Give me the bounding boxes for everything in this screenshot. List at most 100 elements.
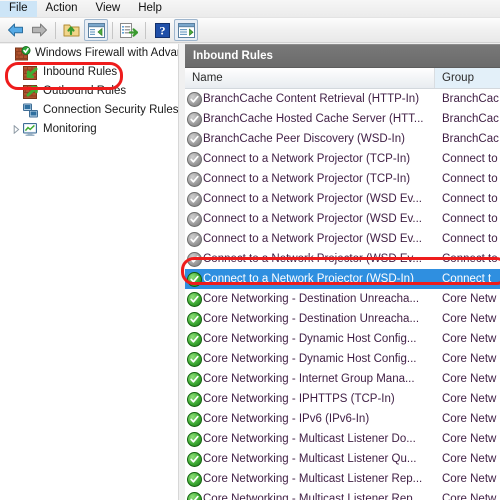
tree-item-monitoring[interactable]: Monitoring <box>0 120 178 139</box>
rule-enabled-check-icon <box>185 331 203 347</box>
monitoring-icon <box>22 121 39 138</box>
results-pane: Inbound Rules Name Group BranchCache Con… <box>185 44 500 500</box>
tree-item-label: Outbound Rules <box>43 85 127 97</box>
table-row[interactable]: Core Networking - Multicast Listener Qu.… <box>185 449 500 469</box>
rules-list[interactable]: BranchCache Content Retrieval (HTTP-In) B… <box>185 89 500 500</box>
rule-disabled-check-icon <box>185 251 203 267</box>
menu-view[interactable]: View <box>87 1 130 17</box>
table-row[interactable]: Core Networking - IPHTTPS (TCP-In) Core N… <box>185 389 500 409</box>
table-row[interactable]: Core Networking - Dynamic Host Config...… <box>185 329 500 349</box>
rule-name-cell: Core Networking - Destination Unreacha..… <box>203 293 420 305</box>
table-row[interactable]: Core Networking - Dynamic Host Config...… <box>185 349 500 369</box>
table-row[interactable]: Connect to a Network Projector (WSD Ev..… <box>185 249 500 269</box>
help-icon[interactable]: ? <box>150 19 174 41</box>
rule-enabled-check-icon <box>185 291 203 307</box>
table-row[interactable]: Connect to a Network Projector (WSD Ev..… <box>185 189 500 209</box>
rule-disabled-check-icon <box>185 231 203 247</box>
rule-group-cell: Core Netw <box>442 353 497 365</box>
table-row[interactable]: Core Networking - Destination Unreacha..… <box>185 289 500 309</box>
rule-enabled-check-icon <box>185 351 203 367</box>
menu-action[interactable]: Action <box>37 1 87 17</box>
rule-name-cell: Core Networking - Multicast Listener Rep… <box>203 473 423 485</box>
table-row[interactable]: Core Networking - Internet Group Mana...… <box>185 369 500 389</box>
table-row[interactable]: Core Networking - Multicast Listener Do.… <box>185 429 500 449</box>
rule-group-cell: Connect to <box>442 253 498 265</box>
rule-name-cell: BranchCache Content Retrieval (HTTP-In) <box>203 93 420 105</box>
rule-enabled-check-icon <box>185 271 203 287</box>
table-row[interactable]: Core Networking - Multicast Listener Rep… <box>185 469 500 489</box>
export-list-icon[interactable] <box>117 19 141 41</box>
tree-item-connection-security-rules[interactable]: Connection Security Rules <box>0 101 178 120</box>
tree-item-inbound-rules[interactable]: Inbound Rules <box>0 63 178 82</box>
table-row[interactable]: BranchCache Content Retrieval (HTTP-In) B… <box>185 89 500 109</box>
rule-disabled-check-icon <box>185 171 203 187</box>
rule-group-cell: Core Netw <box>442 433 497 445</box>
tree-item-label: Inbound Rules <box>43 66 118 78</box>
tree-twisty-spacer <box>10 82 22 101</box>
inbound-rules-icon <box>22 64 39 81</box>
rule-enabled-check-icon <box>185 491 203 500</box>
outbound-rules-icon <box>22 83 39 100</box>
rule-enabled-check-icon <box>185 371 203 387</box>
rule-name-cell: BranchCache Hosted Cache Server (HTT... <box>203 113 424 125</box>
table-row[interactable]: Core Networking - IPv6 (IPv6-In) Core Net… <box>185 409 500 429</box>
rule-name-cell: BranchCache Peer Discovery (WSD-In) <box>203 133 405 145</box>
rule-name-cell: Connect to a Network Projector (WSD-In) <box>203 273 414 285</box>
column-header-group[interactable]: Group <box>435 68 500 88</box>
show-hide-console-tree-icon[interactable] <box>84 19 108 41</box>
table-row[interactable]: Connect to a Network Projector (WSD-In) C… <box>185 269 500 289</box>
rule-group-cell: Core Netw <box>442 413 497 425</box>
menu-bar: File Action View Help <box>0 0 500 18</box>
rule-disabled-check-icon <box>185 131 203 147</box>
rule-group-cell: Core Netw <box>442 293 497 305</box>
rule-name-cell: Core Networking - Dynamic Host Config... <box>203 333 417 345</box>
tree-item-label: Windows Firewall with Advance <box>35 47 178 59</box>
up-one-level-icon[interactable] <box>60 19 84 41</box>
toolbar-separator <box>145 21 146 39</box>
table-row[interactable]: Core Networking - Multicast Listener Rep… <box>185 489 500 500</box>
tree-item-label: Monitoring <box>43 123 97 135</box>
chevron-right-icon[interactable] <box>10 120 22 139</box>
menu-file[interactable]: File <box>0 0 37 17</box>
rule-group-cell: Core Netw <box>442 313 497 325</box>
rule-name-cell: Connect to a Network Projector (WSD Ev..… <box>203 213 422 225</box>
toolbar-separator <box>55 21 56 39</box>
mmc-window: File Action View Help ? Windows Firewall… <box>0 0 500 500</box>
rule-enabled-check-icon <box>185 411 203 427</box>
rule-name-cell: Connect to a Network Projector (TCP-In) <box>203 153 411 165</box>
column-header-name[interactable]: Name <box>185 68 435 88</box>
rule-group-cell: Connect to <box>442 213 498 225</box>
table-row[interactable]: Connect to a Network Projector (TCP-In) C… <box>185 149 500 169</box>
back-icon[interactable] <box>3 19 27 41</box>
tree-item-windows-firewall-with-advance[interactable]: Windows Firewall with Advance <box>0 44 178 63</box>
table-row[interactable]: Connect to a Network Projector (TCP-In) C… <box>185 169 500 189</box>
rule-disabled-check-icon <box>185 151 203 167</box>
toolbar: ? <box>0 18 500 43</box>
rule-name-cell: Core Networking - Internet Group Mana... <box>203 373 415 385</box>
rule-name-cell: Connect to a Network Projector (WSD Ev..… <box>203 193 422 205</box>
rule-group-cell: Core Netw <box>442 393 497 405</box>
table-row[interactable]: BranchCache Peer Discovery (WSD-In) Branc… <box>185 129 500 149</box>
table-row[interactable]: Core Networking - Destination Unreacha..… <box>185 309 500 329</box>
tree-twisty-spacer <box>10 63 22 82</box>
connection-security-icon <box>22 102 39 119</box>
rule-name-cell: Core Networking - Multicast Listener Qu.… <box>203 453 417 465</box>
pane-title: Inbound Rules <box>185 44 500 68</box>
svg-text:?: ? <box>159 23 165 37</box>
tree-item-outbound-rules[interactable]: Outbound Rules <box>0 82 178 101</box>
console-tree-pane: Windows Firewall with Advance Inbound Rul… <box>0 44 179 500</box>
forward-icon[interactable] <box>27 19 51 41</box>
menu-help[interactable]: Help <box>129 1 171 17</box>
table-row[interactable]: Connect to a Network Projector (WSD Ev..… <box>185 229 500 249</box>
rule-enabled-check-icon <box>185 471 203 487</box>
rule-enabled-check-icon <box>185 451 203 467</box>
table-row[interactable]: BranchCache Hosted Cache Server (HTT... B… <box>185 109 500 129</box>
column-header-row: Name Group <box>185 68 500 89</box>
rule-name-cell: Connect to a Network Projector (WSD Ev..… <box>203 233 422 245</box>
table-row[interactable]: Connect to a Network Projector (WSD Ev..… <box>185 209 500 229</box>
rule-name-cell: Core Networking - Dynamic Host Config... <box>203 353 417 365</box>
show-hide-action-pane-icon[interactable] <box>174 19 198 41</box>
firewall-shield-icon <box>14 45 31 62</box>
rule-group-cell: BranchCac <box>442 113 499 125</box>
rule-name-cell: Core Networking - IPHTTPS (TCP-In) <box>203 393 395 405</box>
